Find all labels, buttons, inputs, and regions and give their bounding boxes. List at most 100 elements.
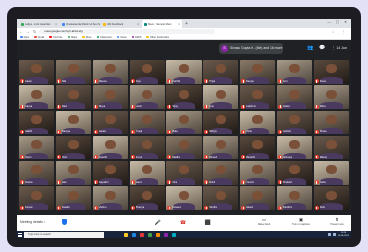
browser-tab[interactable]: AW Feedback × — [101, 20, 141, 28]
participant-tile[interactable]: Sindhu — [203, 186, 239, 210]
participant-tile[interactable]: Tarun — [19, 135, 55, 160]
bookmark-item[interactable]: News — [116, 36, 127, 39]
captions-button[interactable]: ▣ Turn on captions — [288, 217, 314, 226]
participant-tile[interactable]: Ashwin — [276, 110, 313, 135]
browser-tab[interactable]: Meet - Sample Meet × — [142, 20, 182, 28]
taskbar-app-icon[interactable] — [124, 232, 128, 237]
taskbar-app-icon[interactable] — [164, 232, 168, 237]
more-options-badge[interactable]: ⋮ 14 Jun — [332, 46, 347, 50]
new-tab-button[interactable]: + — [185, 20, 188, 28]
participant-tile[interactable]: Riya — [129, 60, 165, 84]
shield-icon[interactable] — [62, 219, 67, 225]
bookmark-item[interactable]: YouTube — [49, 36, 63, 39]
participant-tile[interactable]: Varun — [129, 161, 165, 185]
address-bar[interactable]: meet.google.com/xyz-abcd-efg — [39, 29, 216, 34]
participant-tile[interactable]: Dinesh — [203, 135, 239, 160]
taskbar-app-icon[interactable] — [132, 232, 136, 237]
present-now-button[interactable]: ⬆ Present now — [324, 217, 350, 226]
network-icon[interactable] — [327, 233, 331, 236]
bookmark-item[interactable]: Classroom — [96, 36, 112, 39]
meeting-details-button[interactable]: Meeting details˄ — [20, 220, 46, 224]
windows-start-icon[interactable] — [17, 231, 23, 238]
participant-tile[interactable]: Shree — [313, 110, 349, 135]
participant-tile[interactable]: Vishnu — [92, 186, 128, 210]
taskbar-search-input[interactable]: Type here to search — [24, 231, 104, 238]
participant-tile[interactable]: Naveen — [166, 186, 202, 210]
participant-tile[interactable]: Surya — [129, 135, 165, 160]
browser-tab[interactable]: Lafiya - Link Guardian × — [19, 20, 59, 28]
participant-tile[interactable]: Prakash — [276, 161, 313, 185]
participant-tile[interactable]: Rohit — [203, 161, 239, 185]
participant-tile[interactable]: Kiran — [240, 110, 276, 135]
bookmark-item[interactable]: EMIS — [131, 36, 141, 39]
participant-tile[interactable]: Kavya — [19, 85, 55, 109]
participant-tile[interactable]: Selvi — [313, 186, 349, 210]
people-icon[interactable]: 👥 — [307, 45, 313, 51]
participant-tile[interactable]: Ravi — [55, 85, 92, 109]
participant-tile[interactable]: Lakshmi — [240, 85, 276, 109]
participant-tile[interactable]: Isha — [166, 161, 202, 185]
participant-tile[interactable]: Mitra — [313, 85, 349, 109]
participant-tile[interactable]: Asha — [313, 161, 349, 185]
raise-hand-button[interactable]: ▭ Raise hand — [251, 217, 277, 226]
participant-tile[interactable]: Swathi — [55, 186, 92, 210]
participant-tile[interactable]: Arun — [276, 60, 313, 84]
reload-icon[interactable]: ↻ — [33, 28, 36, 35]
tab-close-icon[interactable]: × — [177, 22, 180, 26]
bookmark-item[interactable]: Apps — [20, 36, 29, 39]
participant-tile[interactable]: Gokul — [276, 85, 313, 109]
participant-tile[interactable]: Anu — [203, 85, 239, 109]
participant-tile[interactable]: Hari — [55, 161, 92, 185]
participant-tile[interactable]: Revathi — [240, 135, 276, 160]
camera-toggle-button[interactable]: ⬛ — [203, 218, 213, 228]
participant-tile[interactable]: Bhavya — [129, 186, 165, 210]
tab-close-icon[interactable]: × — [54, 22, 57, 26]
participant-tile[interactable]: Yamini — [240, 161, 276, 185]
taskbar-app-icon[interactable] — [148, 232, 152, 237]
participant-tile[interactable]: Gayathri — [92, 161, 128, 185]
participant-tile[interactable]: Sakthi — [19, 110, 55, 135]
tab-close-icon[interactable]: × — [136, 22, 139, 26]
participant-tile[interactable]: Ramya — [55, 110, 92, 135]
participant-tile[interactable]: Madhu — [166, 135, 202, 160]
taskbar-app-icon[interactable] — [156, 232, 160, 237]
bookmark-item[interactable]: Other bookmarks — [146, 36, 169, 39]
taskbar-clock[interactable]: 11:24 14-06-2021 — [338, 232, 349, 237]
participant-tile[interactable]: Harini — [129, 85, 165, 109]
participant-tile[interactable]: Divya — [92, 85, 128, 109]
window-controls[interactable]: — ▢ ✕ — [327, 20, 349, 24]
participant-tile[interactable]: Vijay — [166, 85, 202, 109]
mic-toggle-button[interactable]: 🎤 — [153, 218, 163, 228]
chat-icon[interactable]: 💬 — [319, 45, 325, 51]
participant-tile[interactable]: Priya — [203, 60, 239, 84]
participant-tile[interactable]: Keerthi — [92, 135, 128, 160]
participant-tile[interactable]: Bala — [166, 110, 202, 135]
participant-tile[interactable]: Nila — [55, 60, 92, 84]
participant-tile[interactable]: Akash — [240, 186, 276, 210]
browser-tab[interactable]: Vivekananda Matric Hr.Sec.Sch× — [60, 20, 100, 28]
forward-icon[interactable]: → — [26, 28, 30, 35]
toolbar-icons[interactable]: ☆ ⋮ — [331, 30, 351, 34]
participant-tile[interactable]: Sona — [313, 60, 349, 84]
bookmark-item[interactable]: Maps — [67, 36, 77, 39]
participant-tile[interactable]: Manoj — [313, 135, 349, 160]
participant-tile[interactable]: Nithya — [203, 110, 239, 135]
bookmark-item[interactable]: Drive — [82, 36, 92, 39]
volume-icon[interactable] — [332, 233, 336, 236]
participant-tile[interactable]: Sneha — [19, 161, 55, 185]
participant-tile[interactable]: Meena — [92, 60, 128, 84]
participant-tile[interactable]: Karthik — [166, 60, 202, 84]
participant-tile[interactable]: Janani — [92, 110, 128, 135]
bookmark-item[interactable]: Gmail — [34, 36, 44, 39]
participant-tile[interactable]: Abinaya — [276, 135, 313, 160]
participant-tile[interactable]: Kumar — [19, 186, 55, 210]
pinned-participant-chip[interactable]: S Sivasu Gupta K. (Me) and 16 more — [219, 43, 283, 54]
participant-tile[interactable]: Deepa — [240, 60, 276, 84]
taskbar-app-icon[interactable] — [140, 232, 144, 237]
participant-tile[interactable]: Aarav — [19, 60, 55, 84]
end-call-button[interactable]: ☎ — [178, 218, 188, 228]
participant-tile[interactable]: Vani — [55, 135, 92, 160]
participant-tile[interactable]: Pavithra — [276, 186, 313, 210]
back-icon[interactable]: ← — [19, 28, 23, 35]
taskbar-app-icon[interactable] — [172, 232, 176, 237]
